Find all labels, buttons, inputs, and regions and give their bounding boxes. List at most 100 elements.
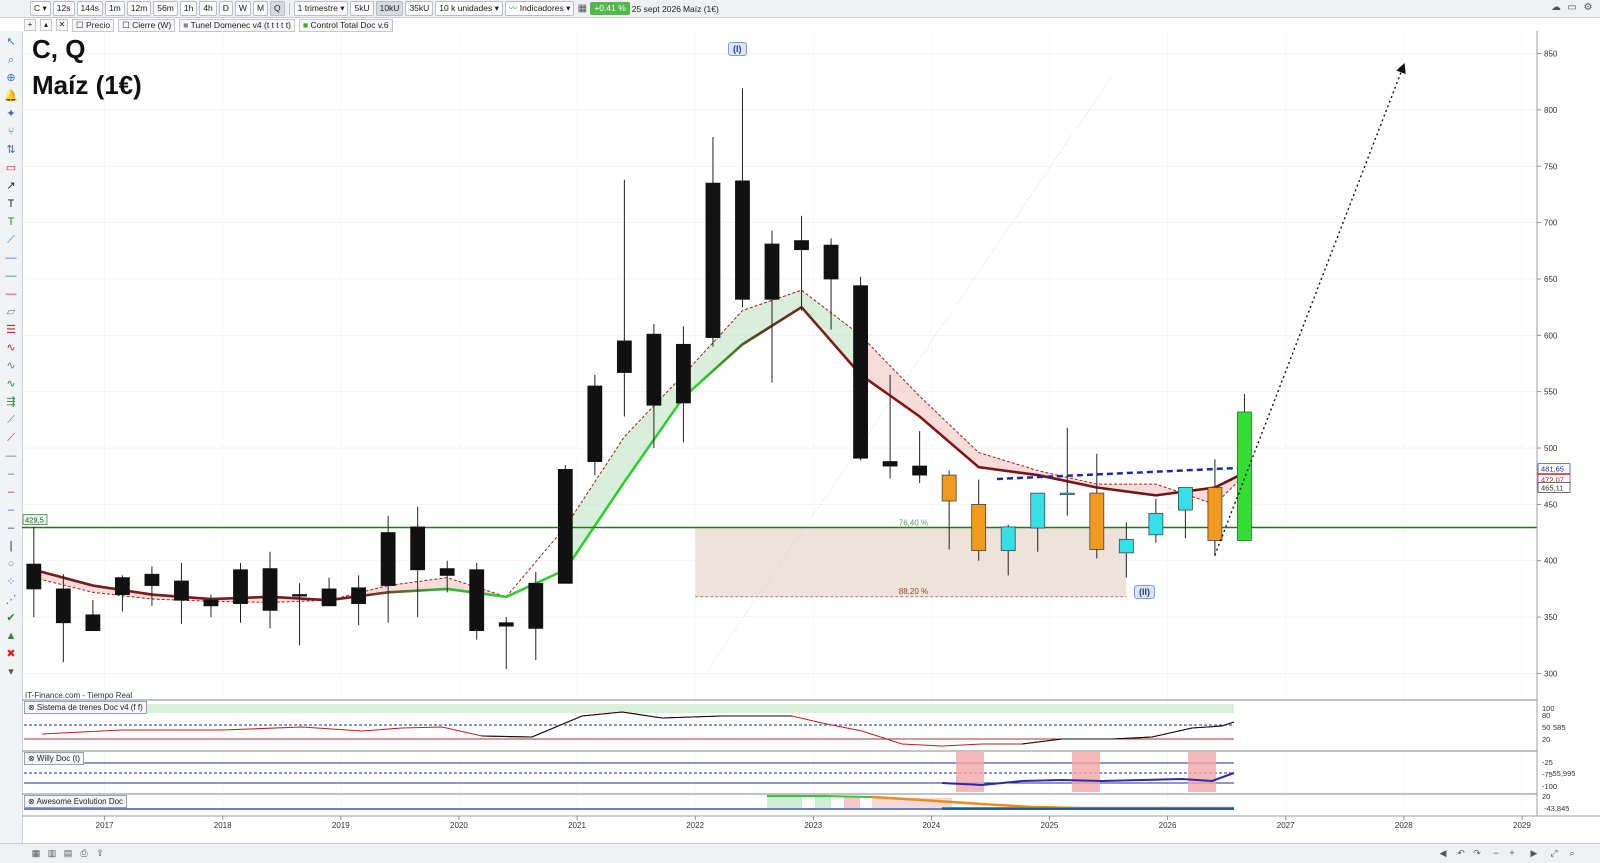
interval-144s[interactable]: 144s: [76, 1, 103, 16]
chart-area[interactable]: 76,40 % 88,20 % 850 800 750 700 650 600 550 500…: [22, 31, 1600, 843]
fit-icon[interactable]: ⤢: [1548, 847, 1560, 859]
line-gray-icon[interactable]: —: [4, 449, 18, 463]
candle-body[interactable]: [174, 580, 189, 601]
interval-1m[interactable]: 1m: [104, 1, 125, 16]
dash-navy-icon[interactable]: –: [4, 521, 18, 535]
candle-body[interactable]: [410, 526, 426, 571]
chart-type-icon[interactable]: ▥: [46, 847, 58, 859]
zoom-out-icon[interactable]: −: [1490, 847, 1502, 859]
legend-control-total[interactable]: ■ Control Total Doc v.6: [298, 18, 393, 32]
zoom-in-icon[interactable]: +: [1506, 847, 1518, 859]
print-icon[interactable]: ⎙: [78, 847, 90, 859]
curve-green-icon[interactable]: ∿: [4, 377, 18, 391]
candle-body[interactable]: [735, 180, 750, 300]
check-icon[interactable]: ✔: [4, 611, 18, 625]
circle-icon[interactable]: ○: [4, 557, 18, 571]
indicators-button[interactable]: 〰 Indicadores ▾: [504, 1, 575, 16]
grid-icon[interactable]: ▦: [30, 847, 42, 859]
candle-body[interactable]: [1177, 487, 1193, 511]
candle-body[interactable]: [912, 465, 928, 476]
undo-icon[interactable]: ↶: [1455, 847, 1467, 859]
cursor-icon[interactable]: ↖: [4, 35, 18, 49]
interval-w[interactable]: W: [234, 1, 251, 16]
panel-awesome-close-icon[interactable]: ⊗: [28, 797, 35, 806]
pin-icon[interactable]: ✦: [4, 107, 18, 121]
thumb-icon[interactable]: ▲: [4, 629, 18, 643]
candle-body[interactable]: [1059, 492, 1075, 496]
dash-red-icon[interactable]: –: [4, 485, 18, 499]
wave-icon[interactable]: ⋰: [4, 593, 18, 607]
channel-icon[interactable]: ⇅: [4, 143, 18, 157]
curve-gray-icon[interactable]: ∿: [4, 359, 18, 373]
dash-blue-icon[interactable]: –: [4, 503, 18, 517]
candle-body[interactable]: [85, 614, 101, 632]
candle-body[interactable]: [321, 588, 337, 607]
dash-green-icon[interactable]: –: [4, 467, 18, 481]
panel-label-willy[interactable]: ⊗ Willy Doc (t): [24, 752, 85, 765]
candle-body[interactable]: [587, 385, 603, 462]
interval-56m[interactable]: 56m: [153, 1, 178, 16]
candle-body[interactable]: [676, 343, 691, 404]
fork-icon[interactable]: ⑂: [4, 125, 18, 139]
candle-body[interactable]: [351, 587, 367, 604]
candle-body[interactable]: [557, 469, 573, 584]
cloud-icon[interactable]: ☁: [1550, 2, 1562, 14]
add-icon[interactable]: +: [24, 19, 36, 31]
time-axis[interactable]: 2017 2018 2019 2020 2021 2022 2023 2024 2025 2026…: [96, 816, 1532, 830]
zoom-icon[interactable]: ⌕: [4, 53, 18, 67]
more-icon[interactable]: ▾: [4, 665, 18, 679]
candle-body[interactable]: [882, 461, 898, 467]
alert-icon[interactable]: 🔔: [4, 89, 18, 103]
text-green-icon[interactable]: T: [4, 215, 18, 229]
window-icon[interactable]: ▭: [1566, 2, 1578, 14]
arrow-icon[interactable]: ↗: [4, 179, 18, 193]
interval-12m[interactable]: 12m: [126, 1, 152, 16]
candle-body[interactable]: [764, 243, 780, 300]
layout-icon[interactable]: ▤: [62, 847, 74, 859]
hline-red-icon[interactable]: —: [4, 287, 18, 301]
candle-body[interactable]: [469, 569, 485, 632]
units-5ku[interactable]: 5kU: [350, 1, 374, 16]
panel-label-awesome[interactable]: ⊗ Awesome Evolution Doc: [24, 795, 128, 808]
candle-body[interactable]: [380, 532, 396, 586]
panel-willy-close-icon[interactable]: ⊗: [28, 754, 35, 763]
hline-green-icon[interactable]: —: [4, 269, 18, 283]
candle-body[interactable]: [498, 622, 514, 627]
candle-body[interactable]: [55, 588, 71, 624]
interval-4h[interactable]: 4h: [199, 1, 217, 16]
panel-sistema-close-icon[interactable]: ⊗: [28, 703, 35, 712]
export-icon[interactable]: ⇪: [94, 847, 106, 859]
candle-body[interactable]: [233, 569, 248, 604]
interval-12s[interactable]: 12s: [52, 1, 75, 16]
panel-label-sistema[interactable]: ⊗ Sistema de trenes Doc v4 (f f): [24, 701, 147, 714]
candle-body[interactable]: [794, 240, 809, 251]
scroll-right-icon[interactable]: ▶: [1528, 847, 1540, 859]
candle-body[interactable]: [439, 568, 455, 576]
dots-icon[interactable]: ⁘: [4, 575, 18, 589]
candle-body[interactable]: [971, 503, 987, 552]
candle-body[interactable]: [144, 573, 160, 586]
price-axis[interactable]: 850 800 750 700 650 600 550 500 450 400 350 300: [1537, 50, 1558, 679]
line-red-icon[interactable]: ⟋: [4, 431, 18, 445]
line-green-icon[interactable]: ⟋: [4, 413, 18, 427]
legend-tunel[interactable]: ■ Tunel Domenec v4 (t t t t t): [179, 18, 295, 32]
interval-q[interactable]: Q: [270, 1, 285, 16]
candle-body[interactable]: [203, 599, 219, 607]
candle-body[interactable]: [1089, 492, 1105, 550]
units-35ku[interactable]: 35kU: [405, 1, 434, 16]
candle-body[interactable]: [853, 285, 868, 459]
close-icon[interactable]: ✕: [56, 19, 68, 31]
trend-icon[interactable]: ⟋: [4, 233, 18, 247]
period-selector[interactable]: 1 trimestre ▾: [293, 1, 349, 16]
interval-1h[interactable]: 1h: [179, 1, 198, 16]
collapse-icon[interactable]: ▴: [40, 19, 52, 31]
candle-body[interactable]: [616, 340, 632, 373]
hline-blue-icon[interactable]: —: [4, 251, 18, 265]
candle-body[interactable]: [1148, 513, 1164, 536]
candle-body[interactable]: [1118, 538, 1134, 554]
text-icon[interactable]: T: [4, 197, 18, 211]
symbol-selector[interactable]: C ▾: [30, 1, 51, 16]
candle-body[interactable]: [26, 563, 42, 590]
zoom-area-icon[interactable]: ⊕: [4, 71, 18, 85]
quantity-selector[interactable]: 10 k unidades ▾: [435, 1, 503, 16]
